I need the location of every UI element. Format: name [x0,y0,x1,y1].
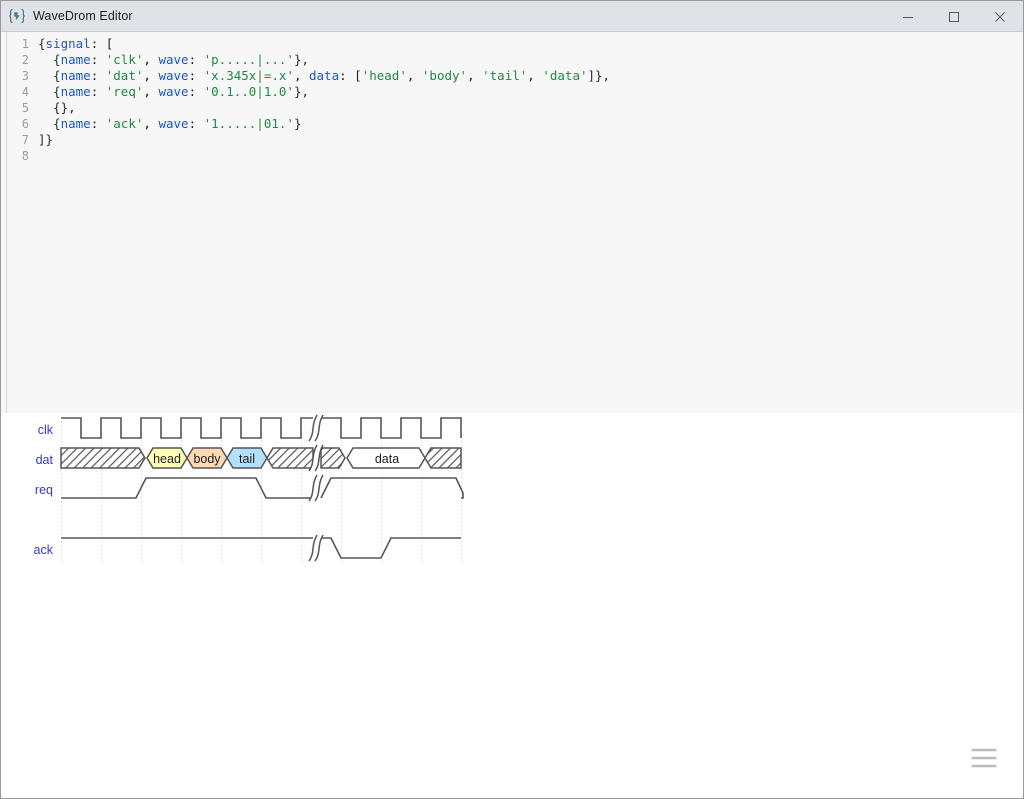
code-token: ]}, [587,68,611,83]
bus-label-head: head [153,452,181,466]
line-number: 4 [21,85,29,99]
code-token: } [293,116,302,131]
code-token: 'req' [105,84,144,99]
code-token: : [90,84,106,99]
code-token: }, [293,52,309,67]
code-token: 'clk' [105,52,144,67]
code-token: ]} [38,132,54,147]
code-token: }, [293,84,309,99]
signal-label-dat: dat [36,453,54,467]
close-icon [995,11,1005,22]
code-token: wave [158,84,189,99]
bus-label-tail: tail [239,452,255,466]
code-token: wave [158,116,189,131]
wavedrom-diagram: clk dat head body tail data req ack [34,414,464,563]
line-number: 5 [21,101,29,115]
source-editor[interactable]: 12345678 {signal: [ {name: 'clk', wave: … [1,32,1023,413]
code-token: , [527,68,543,83]
code-token: signal [45,36,91,51]
line-number: 6 [21,117,29,131]
code-line: {name: 'req', wave: '0.1..0|1.0'}, [38,84,1023,100]
code-token: 'body' [421,68,468,83]
code-token: , [293,68,309,83]
code-token: name [60,116,91,131]
code-token: { [38,116,61,131]
code-token: , [467,68,483,83]
line-number: 3 [21,69,29,83]
code-token: { [38,52,61,67]
code-token: 'x.345x|=.x' [203,68,294,83]
code-token: : [188,52,204,67]
code-token: wave [158,68,189,83]
bus-label-data: data [375,452,399,466]
wavedrom-logo-icon [9,8,25,24]
code-token: { [38,68,61,83]
code-token: '0.1..0|1.0' [203,84,294,99]
code-token: { [38,84,61,99]
code-token: 'dat' [105,68,144,83]
waveform-dat: head body tail data [60,447,462,469]
code-token: : [ [339,68,362,83]
code-token: , [406,68,422,83]
code-line: {name: 'ack', wave: '1.....|01.'} [38,116,1023,132]
signal-label-ack: ack [34,543,54,557]
waveform-preview-pane: clk dat head body tail data req ack [1,413,1023,798]
line-number: 7 [21,133,29,147]
code-token: { [38,36,46,51]
line-number: 8 [21,149,29,163]
line-number-gutter: 1 2 3 4 5 6 7 8 [7,32,32,413]
code-token: : [188,68,204,83]
code-token: name [60,52,91,67]
window-titlebar: WaveDrom Editor [1,1,1023,32]
code-token: data [309,68,340,83]
code-token: name [60,84,91,99]
app-window: WaveDrom Editor 1 2 3 4 5 6 7 8 {signal: [{nam… [0,0,1024,799]
code-token: , [143,116,159,131]
bus-label-body: body [193,452,221,466]
hamburger-bar-3 [971,764,997,768]
code-token: {}, [38,100,76,115]
code-token: , [143,52,159,67]
code-token: , [143,68,159,83]
line-number: 1 [21,37,29,51]
window-controls [885,1,1023,32]
window-title: WaveDrom Editor [33,9,133,23]
signal-label-req: req [35,483,53,497]
code-line: {name: 'dat', wave: 'x.345x|=.x', data: … [38,68,1023,84]
code-token: wave [158,52,189,67]
code-token: : [ [90,36,114,51]
hamburger-bar-2 [971,756,997,760]
waveform-gap-markers [308,414,324,562]
hamburger-menu-icon[interactable] [971,748,997,768]
code-token: 'data' [542,68,588,83]
waveform-clk [61,417,462,439]
code-token: '1.....|01.' [203,116,294,131]
code-line: {}, [38,100,1023,116]
code-token: : [188,84,204,99]
minimize-icon [903,16,913,18]
code-line: {signal: [ [38,36,1023,52]
code-token: 'ack' [105,116,144,131]
code-token: : [188,116,204,131]
code-token: , [143,84,159,99]
close-button[interactable] [977,1,1023,32]
code-area[interactable]: {signal: [ {name: 'clk', wave: 'p.....|.… [32,32,1023,413]
minimize-button[interactable] [885,1,931,32]
code-token: 'p.....|...' [203,52,294,67]
code-token: : [90,68,106,83]
code-token: 'tail' [482,68,528,83]
maximize-button[interactable] [931,1,977,32]
code-token: : [90,52,106,67]
maximize-icon [949,11,959,22]
code-line: {name: 'clk', wave: 'p.....|...'}, [38,52,1023,68]
code-token: name [60,68,91,83]
hamburger-bar-1 [971,748,997,752]
code-line: ]} [38,132,1023,148]
signal-label-clk: clk [38,423,54,437]
line-number: 2 [21,53,29,67]
code-token: 'head' [361,68,407,83]
code-token: : [90,116,106,131]
